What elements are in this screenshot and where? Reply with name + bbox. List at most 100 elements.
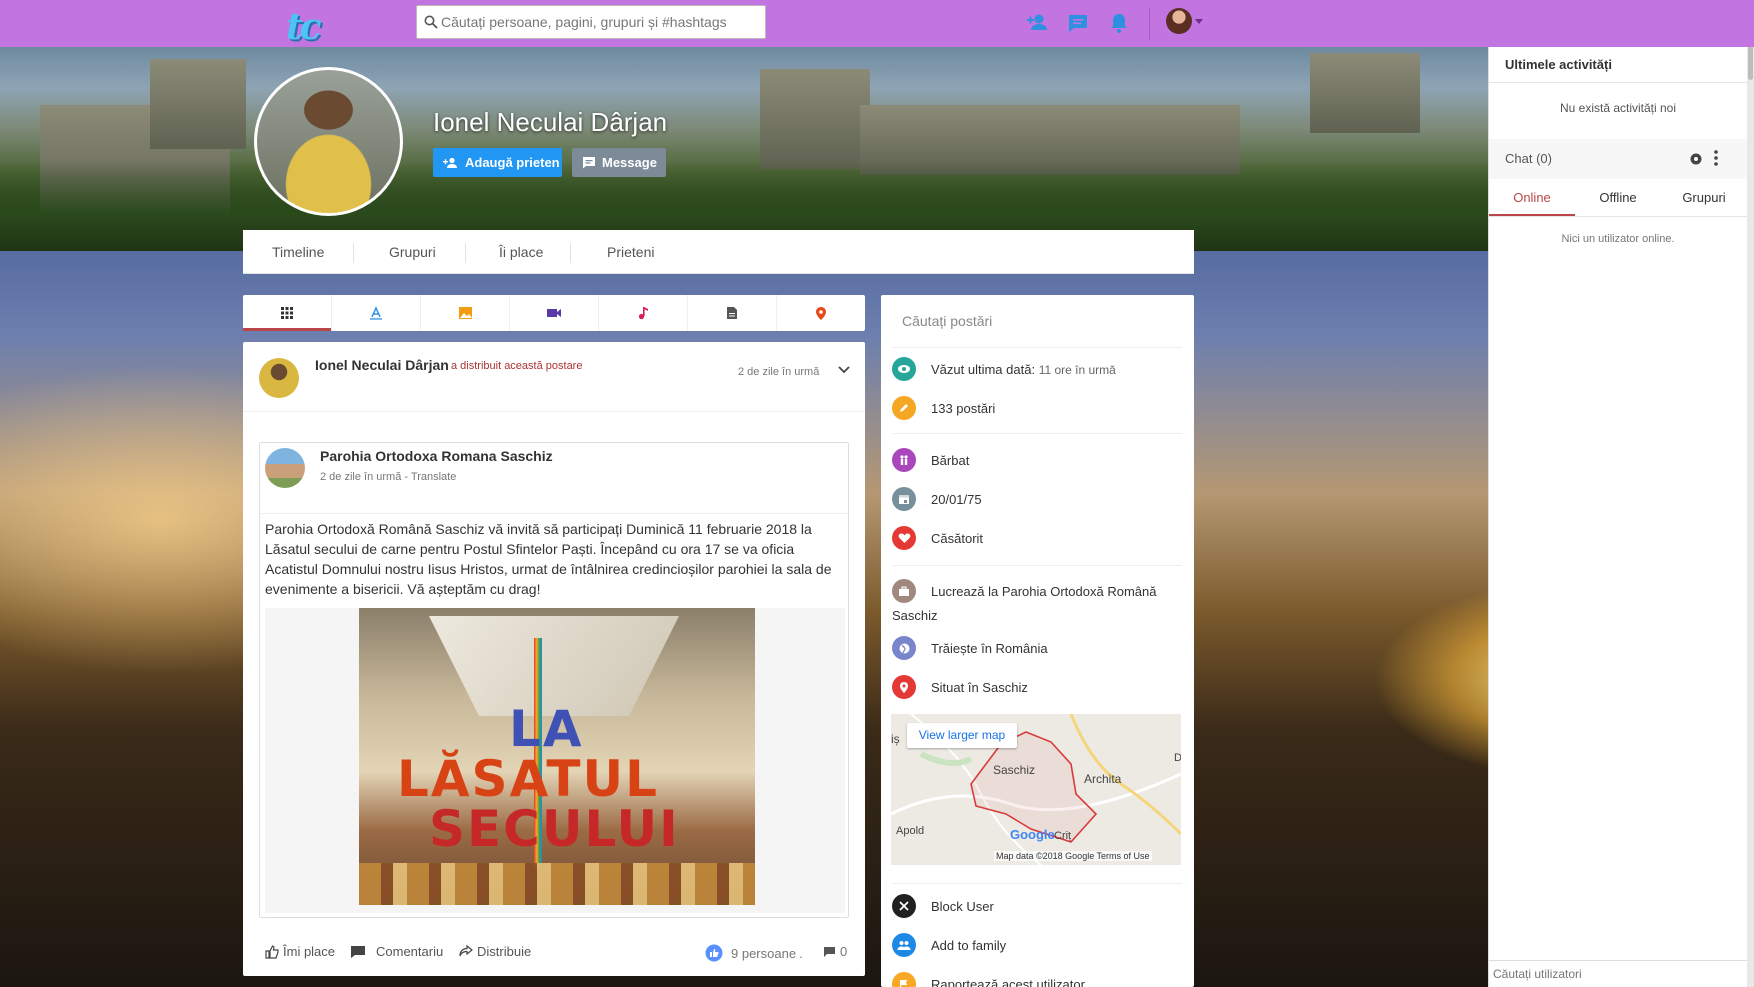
- likes-count-label: 9 persoane: [731, 945, 797, 961]
- comments-count[interactable]: 0: [823, 944, 847, 959]
- scrollbar[interactable]: [1747, 0, 1754, 987]
- work-line-2: Saschiz: [892, 608, 938, 623]
- shared-page-name[interactable]: Parohia Ortodoxa Romana Saschiz: [320, 448, 553, 464]
- tab-likes[interactable]: Îi place: [499, 230, 543, 274]
- last-seen-label: Văzut ultima dată:: [931, 362, 1036, 377]
- tab-timeline[interactable]: Timeline: [272, 230, 324, 274]
- post-card: Ionel Neculai Dârjan a distribuit aceast…: [243, 342, 865, 976]
- family-icon: [892, 933, 916, 957]
- grid-icon: [281, 307, 293, 319]
- message-label: Message: [602, 155, 657, 170]
- add-family-label: Add to family: [931, 938, 1007, 953]
- report-user-label: Raportează acest utilizator: [931, 977, 1085, 987]
- avatar[interactable]: [259, 358, 299, 398]
- chevron-down-icon[interactable]: [1195, 19, 1203, 24]
- comment-icon: [351, 945, 365, 958]
- filter-photos-tab[interactable]: [421, 295, 510, 331]
- map-label: D: [1174, 752, 1181, 764]
- chevron-down-icon[interactable]: [838, 366, 850, 374]
- cover-photo: [0, 47, 1488, 251]
- comments-count-label: 0: [840, 944, 848, 959]
- share-label: Distribuie: [477, 944, 532, 959]
- globe-icon: [892, 636, 916, 660]
- image-banner-word: SECULUI: [429, 800, 680, 858]
- gender-icon: [892, 448, 916, 472]
- post-timestamp[interactable]: 2 de zile în urmă: [738, 366, 819, 378]
- posts-count[interactable]: 133 postări: [931, 401, 995, 416]
- tab-friends[interactable]: Prieteni: [607, 230, 654, 274]
- located-in-value: Situat în Saschiz: [931, 680, 1028, 695]
- filter-places-tab[interactable]: [777, 295, 865, 331]
- profile-picture[interactable]: [254, 67, 403, 216]
- right-sidebar: Ultimele activități Nu există activități…: [1488, 47, 1747, 987]
- map-label: Saschiz: [993, 763, 1036, 777]
- top-bar: tc: [0, 0, 1754, 48]
- map-label: iș: [891, 732, 900, 746]
- comment-button[interactable]: Comentariu: [350, 944, 443, 959]
- settings-icon[interactable]: [1689, 152, 1703, 166]
- chat-icon[interactable]: [1065, 10, 1091, 36]
- more-options-icon[interactable]: [1714, 150, 1718, 166]
- gender-value: Bărbat: [931, 453, 970, 468]
- video-icon: [547, 309, 561, 317]
- location-icon: [892, 675, 916, 699]
- filter-text-tab[interactable]: [332, 295, 421, 331]
- user-search[interactable]: [1489, 960, 1747, 987]
- user-search-input[interactable]: [1489, 961, 1747, 987]
- chat-header: Chat (0): [1489, 139, 1747, 179]
- tab-groups[interactable]: Grupuri: [389, 230, 436, 274]
- profile-name: Ionel Neculai Dârjan: [433, 107, 668, 137]
- eye-icon: [892, 357, 916, 381]
- chat-tabs: Online Offline Grupuri: [1489, 179, 1747, 217]
- relationship-value: Căsătorit: [931, 531, 984, 546]
- filter-music-tab[interactable]: [599, 295, 688, 331]
- user-avatar[interactable]: [1166, 8, 1192, 34]
- global-search[interactable]: [416, 5, 766, 39]
- avatar[interactable]: [265, 448, 305, 488]
- comment-label: Comentariu: [376, 944, 444, 959]
- post-text: Parohia Ortodoxă Română Saschiz vă invit…: [265, 521, 832, 597]
- block-user-label: Block User: [931, 899, 994, 914]
- view-larger-map-link[interactable]: View larger map: [907, 723, 1017, 748]
- tab-offline[interactable]: Offline: [1575, 179, 1661, 216]
- birthday-value: 20/01/75: [931, 492, 982, 507]
- add-friend-button[interactable]: Adaugă prieten: [433, 148, 562, 177]
- shared-post-meta: 2 de zile în urmă - Translate: [320, 471, 457, 483]
- map-footer[interactable]: Map data ©2018 Google Terms of Use: [994, 851, 1152, 861]
- search-input[interactable]: [441, 6, 761, 38]
- activity-title: Ultimele activități: [1505, 57, 1612, 72]
- translate-link[interactable]: Translate: [411, 471, 456, 483]
- chat-title[interactable]: Chat (0): [1505, 151, 1552, 166]
- likes-count[interactable]: 9 persoane .: [705, 944, 803, 962]
- post-image[interactable]: LA LĂSATUL SECULUI: [359, 608, 755, 905]
- post-filter-tabs: [243, 295, 865, 331]
- share-button[interactable]: Distribuie: [459, 944, 531, 959]
- text-icon: [370, 306, 382, 320]
- post-author[interactable]: Ionel Neculai Dârjan: [315, 357, 449, 373]
- profile-info-panel: Căutați postări Văzut ultima dată: 11 or…: [881, 295, 1194, 987]
- filter-videos-tab[interactable]: [510, 295, 599, 331]
- flag-icon: [892, 972, 916, 987]
- post-image-container: LA LĂSATUL SECULUI: [265, 608, 845, 913]
- file-icon: [727, 307, 737, 319]
- briefcase-icon: [892, 579, 916, 603]
- tab-groups[interactable]: Grupuri: [1661, 179, 1747, 216]
- shared-post-time[interactable]: 2 de zile în urmă: [320, 471, 401, 483]
- bell-icon[interactable]: [1106, 10, 1132, 36]
- filter-files-tab[interactable]: [688, 295, 777, 331]
- search-posts-field[interactable]: Căutați postări: [902, 313, 992, 329]
- last-seen-value: 11 ore în urmă: [1038, 363, 1116, 377]
- message-button[interactable]: Message: [572, 148, 666, 177]
- tab-online[interactable]: Online: [1489, 179, 1575, 216]
- like-button[interactable]: Îmi place: [265, 944, 335, 959]
- filter-all-tab[interactable]: [243, 295, 332, 331]
- post-shared-label: a distribuit această postare: [451, 360, 583, 372]
- work-line-1: Lucrează la Parohia Ortodoxă Română: [931, 584, 1157, 599]
- add-user-icon: [443, 157, 457, 168]
- map-label: Apold: [896, 825, 925, 837]
- shared-post: Parohia Ortodoxa Romana Saschiz 2 de zil…: [259, 442, 849, 918]
- no-users-online: Nici un utilizator online.: [1561, 233, 1675, 245]
- add-user-icon[interactable]: [1025, 10, 1051, 36]
- location-map[interactable]: Saschiz Archita Apold Criț D iș Google V…: [891, 714, 1181, 865]
- site-logo[interactable]: tc: [286, 6, 342, 48]
